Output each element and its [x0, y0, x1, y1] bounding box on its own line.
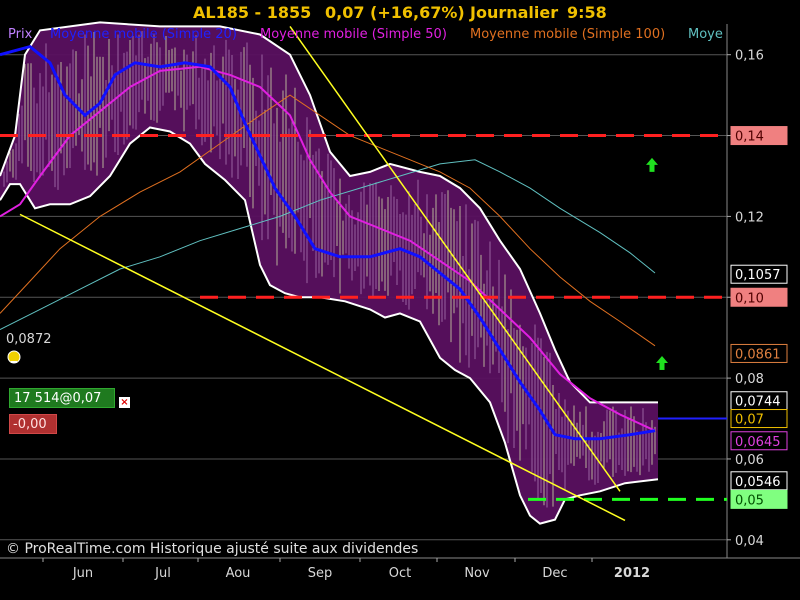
price-tag-label: 0,14 [735, 130, 764, 145]
price-tag-label: 0,0645 [735, 435, 781, 450]
period-label: Journalier [469, 3, 558, 22]
price-tag: 0,0645 [730, 431, 788, 451]
price-tag-label: 0,0861 [735, 347, 781, 362]
legend-ma50: Moyenne mobile (Simple 50) [260, 27, 447, 42]
price-tag-label: 0,0744 [735, 395, 781, 410]
chart-area[interactable]: 0,160,140,120,100,080,060,040,140,10570,… [0, 0, 800, 600]
profit-loss-box: -0,00 [9, 414, 57, 434]
time-label: 9:58 [567, 3, 607, 22]
x-tick-label: Sep [308, 566, 333, 581]
price-tag: 0,1057 [730, 264, 788, 284]
legend-price: Prix [8, 27, 33, 42]
close-position-icon[interactable]: × [119, 397, 130, 408]
arrow-shaft [659, 361, 665, 370]
y-tick-label: 0,08 [735, 372, 764, 387]
x-tick-label: Jul [154, 566, 171, 581]
price-tag: 0,07 [730, 409, 788, 429]
x-tick-label: Jun [72, 566, 93, 581]
x-tick-label: 2012 [614, 566, 650, 581]
legend-ma200: Moye [688, 27, 723, 42]
price-chart[interactable]: 0,160,140,120,100,080,060,040,140,10570,… [0, 0, 800, 600]
price-tag: 0,14 [730, 126, 788, 146]
price-tag-label: 0,07 [735, 413, 764, 428]
price-tag-label: 0,0546 [735, 475, 781, 490]
y-tick-label: 0,04 [735, 534, 764, 549]
price-tag-label: 0,10 [735, 291, 764, 306]
price-tag: 0,10 [730, 287, 788, 307]
legend-ma20: Moyenne mobile (Simple 20) [50, 27, 237, 42]
price-tag: 0,0861 [730, 343, 788, 363]
legend-ma100: Moyenne mobile (Simple 100) [470, 27, 665, 42]
alert-bell-icon[interactable] [7, 350, 21, 364]
price-tag: 0,0744 [730, 391, 788, 411]
x-tick-label: Oct [389, 566, 411, 581]
price-tag: 0,0546 [730, 471, 788, 491]
instrument-title: AL185 - 1855 [193, 3, 311, 22]
price-tag: 0,05 [730, 489, 788, 509]
y-tick-label: 0,16 [735, 49, 764, 64]
price-tag-label: 0,1057 [735, 268, 781, 283]
arrow-shaft [649, 163, 655, 172]
price-change: 0,07 (+16,67%) [325, 3, 465, 22]
y-tick-label: 0,12 [735, 210, 764, 225]
x-tick-label: Nov [464, 566, 490, 581]
x-tick-label: Aou [226, 566, 251, 581]
y-tick-label: 0,06 [735, 453, 764, 468]
price-tag-label: 0,05 [735, 493, 764, 508]
position-order-box[interactable]: 17 514@0,07 [9, 388, 115, 408]
footer-copyright: © ProRealTime.com Historique ajusté suit… [6, 541, 418, 557]
x-tick-label: Dec [542, 566, 567, 581]
alert-level-label: 0,0872 [6, 332, 52, 347]
